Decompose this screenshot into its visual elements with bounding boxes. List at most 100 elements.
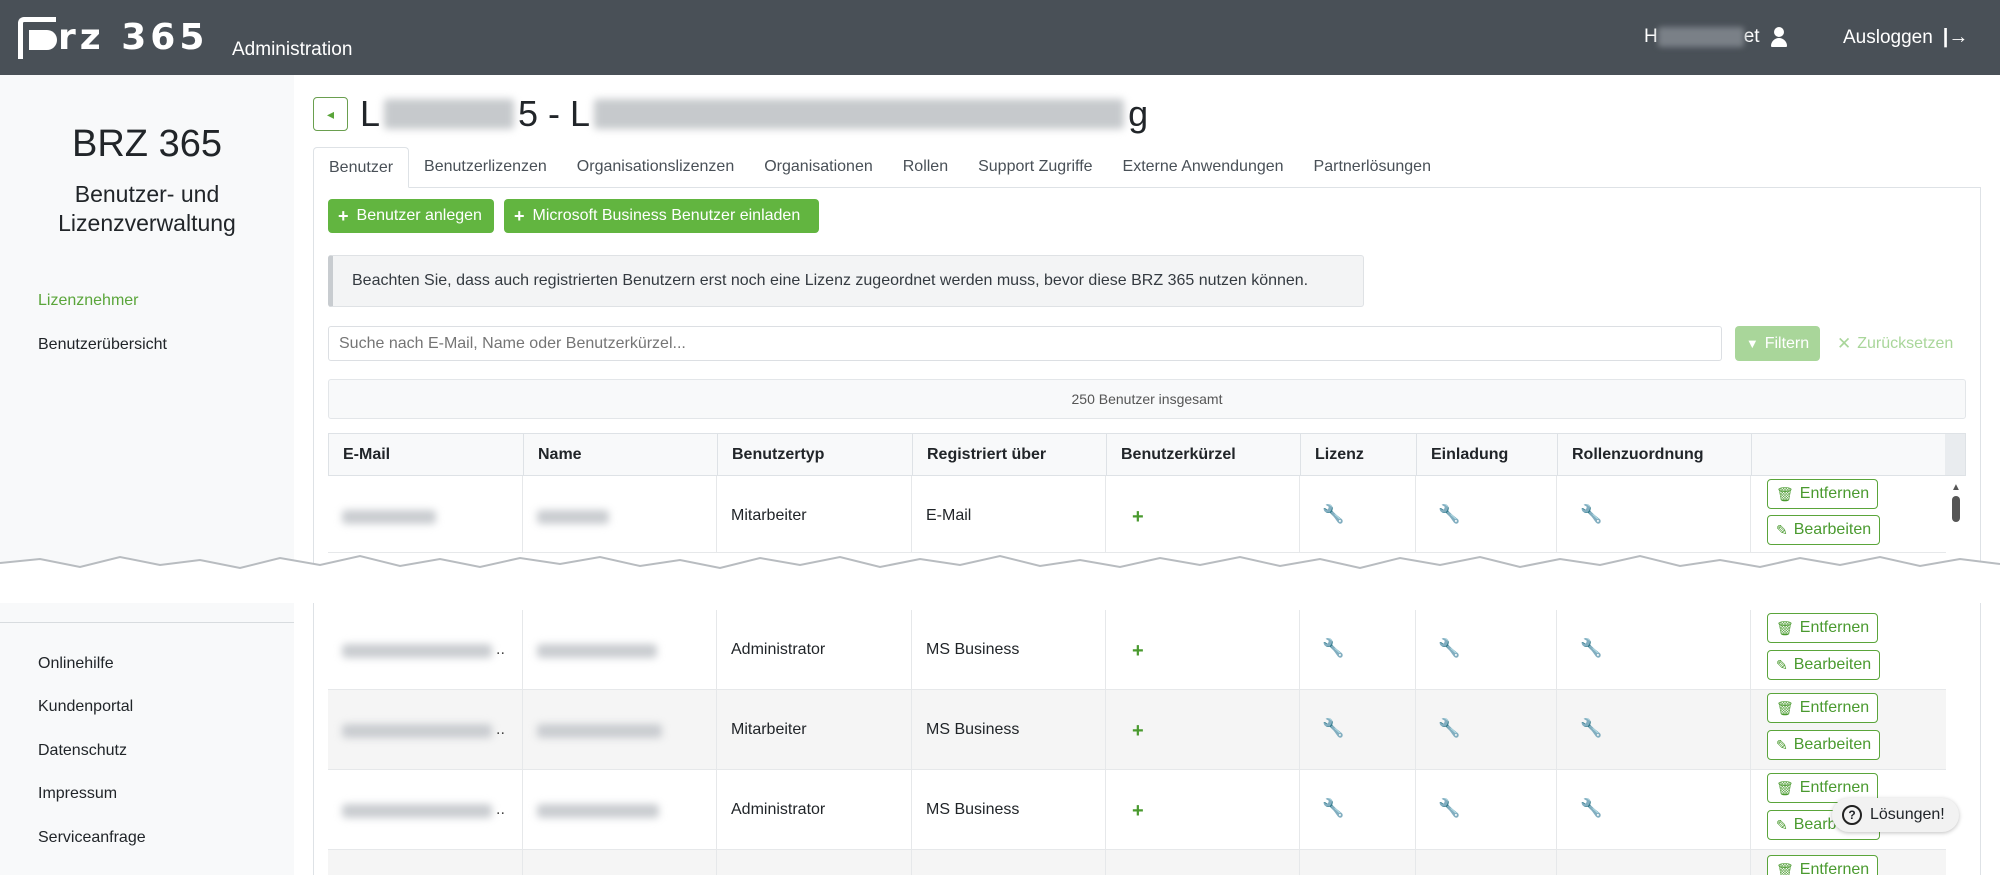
remove-button[interactable]: 🗑 Entfernen [1767,693,1879,723]
user-icon [1770,27,1788,47]
trash-icon: 🗑 [1776,485,1794,502]
column-email[interactable]: E-Mail [329,434,524,475]
remove-button[interactable]: 🗑 Entfernen [1767,613,1879,643]
license-wrench-icon[interactable]: 🔧 [1322,638,1344,659]
tab-partnerloesungen[interactable]: Partnerlösungen [1299,147,1446,188]
create-user-button[interactable]: + Benutzer anlegen [328,199,494,233]
edit-button[interactable]: ✎ Bearbeiten [1767,730,1881,760]
sidebar-subtitle: Benutzer- und Lizenzverwaltung [0,180,294,238]
sidebar-link-kundenportal[interactable]: Kundenportal [38,698,133,716]
role-wrench-icon[interactable]: 🔧 [1580,504,1602,525]
user-type: Administrator [731,801,826,818]
registered-via: E-Mail [926,507,972,524]
invitation-wrench-icon[interactable]: 🔧 [1438,718,1460,739]
tab-organisationslizenzen[interactable]: Organisationslizenzen [562,147,749,188]
add-shortcode-icon[interactable]: + [1132,506,1144,529]
tab-rollen[interactable]: Rollen [888,147,963,188]
column-benutzerkuerzel[interactable]: Benutzerkürzel [1107,434,1301,475]
sidebar-item-benutzeruebersicht[interactable]: Benutzerübersicht [38,336,167,354]
column-actions [1752,434,1947,475]
edit-icon: ✎ [1776,816,1788,833]
registered-via: MS Business [926,641,1020,658]
remove-label: Entfernen [1799,485,1870,502]
role-wrench-icon[interactable]: 🔧 [1580,798,1602,819]
user-name-redacted [1657,27,1744,47]
tabs: Benutzer Benutzerlizenzen Organisationsl… [313,147,1446,188]
user-type: Mitarbeiter [731,507,807,524]
email-redacted [342,724,492,738]
column-benutzertyp[interactable]: Benutzertyp [718,434,913,475]
role-wrench-icon[interactable]: 🔧 [1580,718,1602,739]
funnel-icon: ▼ [1745,336,1759,351]
remove-label: Entfernen [1799,619,1870,636]
filter-button[interactable]: ▼ Filtern [1735,326,1820,361]
column-einladung[interactable]: Einladung [1417,434,1558,475]
tab-benutzer[interactable]: Benutzer [313,147,410,188]
tab-externe-anwendungen[interactable]: Externe Anwendungen [1108,147,1299,188]
sidebar-subtitle-line1: Benutzer- und [74,181,220,207]
sidebar-link-impressum[interactable]: Impressum [38,785,117,803]
reset-label: Zurücksetzen [1857,334,1954,352]
column-name[interactable]: Name [524,434,718,475]
search-input[interactable] [328,326,1722,361]
license-wrench-icon[interactable]: 🔧 [1322,718,1344,739]
reset-button[interactable]: ✕ Zurücksetzen [1837,326,1953,361]
edit-button[interactable]: ✎ Bearbeiten [1767,515,1881,545]
top-navbar: rz 365 Administration H et Ausloggen |→ [0,0,2000,75]
scrollbar-gutter [1945,434,1965,475]
sidebar-link-onlinehilfe[interactable]: Onlinehilfe [38,655,114,673]
sidebar-divider [0,622,294,623]
user-name-start: H [1644,26,1658,47]
invite-ms-business-button[interactable]: + Microsoft Business Benutzer einladen [504,199,819,233]
sidebar-item-lizenznehmer[interactable]: Lizenznehmer [38,292,139,310]
current-user[interactable]: H et [1644,26,1788,48]
sidebar-link-serviceanfrage[interactable]: Serviceanfrage [38,829,146,847]
brz-logo-mark [18,17,57,59]
license-wrench-icon[interactable]: 🔧 [1322,504,1344,525]
tab-support-zugriffe[interactable]: Support Zugriffe [963,147,1107,188]
add-shortcode-icon[interactable]: + [1132,800,1144,823]
brz-logo[interactable]: rz 365 [18,16,208,60]
edit-label: Bearbeiten [1793,656,1872,673]
edit-icon: ✎ [1776,736,1788,753]
user-type: Administrator [731,641,826,658]
email-redacted [342,510,436,524]
add-shortcode-icon[interactable]: + [1132,720,1144,743]
edit-label: Bearbeiten [1793,521,1872,538]
table-row: .. Administrator MS Business + 🔧 🔧 🔧 🗑 E… [328,610,1946,690]
page-title: L 5 - L g [360,93,1148,135]
add-shortcode-icon[interactable]: + [1132,640,1144,663]
tab-benutzerlizenzen[interactable]: Benutzerlizenzen [409,147,562,188]
license-wrench-icon[interactable]: 🔧 [1322,798,1344,819]
invite-ms-business-label: Microsoft Business Benutzer einladen [532,207,801,224]
scrollbar-thumb[interactable] [1952,496,1960,522]
column-rollenzuordnung[interactable]: Rollenzuordnung [1558,434,1752,475]
name-redacted [537,804,659,818]
edit-button[interactable]: ✎ Bearbeiten [1767,650,1881,680]
remove-button[interactable]: 🗑 Entfernen [1767,479,1879,509]
invitation-wrench-icon[interactable]: 🔧 [1438,504,1460,525]
solutions-help-button[interactable]: ? Lösungen! [1832,798,1959,832]
role-wrench-icon[interactable]: 🔧 [1580,638,1602,659]
trash-icon: 🗑 [1776,619,1794,636]
column-registriert-ueber[interactable]: Registriert über [913,434,1107,475]
sidebar-link-datenschutz[interactable]: Datenschutz [38,742,127,760]
torn-edge-separator [0,554,2000,603]
question-icon: ? [1842,805,1862,825]
sidebar-title: BRZ 365 [72,123,222,165]
registered-via: MS Business [926,801,1020,818]
logout-icon: |→ [1942,26,1969,48]
back-button[interactable]: ◂ [313,97,348,131]
invitation-wrench-icon[interactable]: 🔧 [1438,638,1460,659]
total-users-count: 250 Benutzer insgesamt [328,379,1966,419]
scroll-up-arrow[interactable]: ▲ [1951,482,1961,493]
table-row: .. Administrator MS Business + 🔧 🔧 🔧 🗑 E… [328,770,1946,850]
remove-button[interactable]: 🗑 Entfernen [1767,855,1879,875]
logout-button[interactable]: Ausloggen |→ [1843,26,1968,49]
invitation-wrench-icon[interactable]: 🔧 [1438,798,1460,819]
users-table-header: E-Mail Name Benutzertyp Registriert über… [328,433,1966,476]
page-title-end: g [1128,93,1149,134]
column-lizenz[interactable]: Lizenz [1301,434,1417,475]
license-info-alert: Beachten Sie, dass auch registrierten Be… [328,255,1364,307]
tab-organisationen[interactable]: Organisationen [749,147,888,188]
